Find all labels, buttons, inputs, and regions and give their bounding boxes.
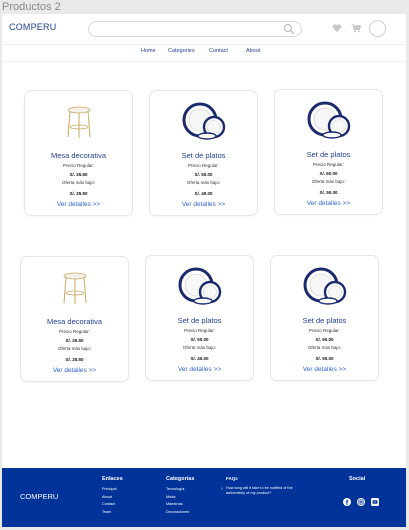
offer-price: S/. 25.50 (69, 191, 88, 196)
regular-price-label: Precio Regular: (183, 328, 215, 333)
product-name[interactable]: Set de platos (150, 151, 257, 160)
offer-price: S/. 40.00 (194, 191, 213, 196)
product-card[interactable]: Mesa decorativa Precio Regular: S/. 25.5… (20, 256, 129, 382)
footer-faq: FAQs (226, 476, 238, 485)
page: COMPERU Home Categories Contact About Me (2, 14, 406, 527)
regular-price-label: Precio Regular: (308, 328, 340, 333)
offer-price: S/. 40.00 (190, 356, 209, 361)
offer-price-label: Oferta más bajo: (186, 180, 221, 185)
regular-price: S/. 25.50 (69, 172, 88, 177)
regular-price-label: Precio Regular: (312, 162, 344, 167)
offer-price: S/. 50.00 (319, 190, 338, 195)
header: COMPERU (2, 14, 406, 42)
regular-price-label: Precio Regular: (58, 329, 90, 334)
nav-item-home[interactable]: Home (141, 48, 156, 54)
footer-social: Social (349, 476, 365, 486)
offer-price-label: Oferta más bajo: (61, 180, 96, 185)
offer-price: S/. 50.00 (315, 356, 334, 361)
product-name[interactable]: Set de platos (275, 150, 382, 159)
offer-price-label: Oferta más bajo: (307, 345, 342, 350)
offer-price-label: Oferta más bajo: (311, 179, 346, 184)
regular-price: S/. 60.00 (319, 171, 338, 176)
footer-link-tecnologia[interactable]: Tecnología (166, 486, 194, 494)
footer-link-team[interactable]: Team (102, 509, 123, 517)
view-details-link[interactable]: Ver detalles >> (21, 367, 128, 374)
product-image-side-table[interactable] (59, 101, 99, 141)
footer-categorias-heading: Categorías (166, 476, 195, 482)
offer-price-label: Oferta más bajo: (182, 345, 217, 350)
footer-link-principal[interactable]: Principal (102, 486, 123, 494)
offer-price: S/. 25.50 (65, 357, 84, 362)
footer-enlaces: Enlaces Principal About Contact Team (102, 476, 123, 516)
footer-link-contact[interactable]: Contact (102, 501, 123, 509)
footer-link-maestrias[interactable]: Maestrías (166, 501, 194, 509)
product-name[interactable]: Set de platos (146, 316, 253, 325)
offer-price-label: Oferta más bajo: (57, 346, 92, 351)
product-image-plates[interactable] (302, 266, 348, 306)
heart-icon[interactable] (332, 23, 342, 33)
facebook-icon[interactable] (343, 498, 351, 506)
product-card[interactable]: Mesa decorativa Precio Regular: S/. 25.5… (24, 90, 133, 216)
cart-icon[interactable] (351, 23, 361, 33)
footer-social-heading: Social (349, 476, 366, 482)
nav-item-about[interactable]: About (246, 48, 260, 54)
footer: COMPERU Enlaces Principal About Contact … (2, 468, 406, 527)
footer-enlaces-heading: Enlaces (102, 476, 123, 482)
footer-link-about[interactable]: About (102, 494, 123, 502)
search-input[interactable] (88, 21, 302, 37)
footer-logo: COMPERU (20, 492, 59, 501)
regular-price: S/. 50.00 (194, 172, 213, 177)
frame-label: Productos 2 (2, 1, 61, 13)
product-image-plates[interactable] (181, 101, 227, 141)
regular-price: S/. 50.00 (190, 337, 209, 342)
product-image-side-table[interactable] (55, 267, 95, 307)
nav-bar: Home Categories Contact About (2, 44, 406, 62)
footer-link-moda[interactable]: Moda (166, 494, 194, 502)
logo[interactable]: COMPERU (9, 22, 56, 32)
avatar[interactable] (369, 20, 386, 37)
view-details-link[interactable]: Ver detalles >> (271, 366, 378, 373)
instagram-icon[interactable] (357, 498, 365, 506)
product-name[interactable]: Set de platos (271, 316, 378, 325)
view-details-link[interactable]: Ver detalles >> (275, 200, 382, 207)
regular-price: S/. 25.50 (65, 338, 84, 343)
product-card[interactable]: Set de platos Precio Regular: S/. 50.00 … (145, 255, 254, 381)
chevron-right-icon[interactable]: › (221, 486, 223, 492)
product-card[interactable]: Set de platos Precio Regular: S/. 60.00 … (274, 89, 383, 215)
product-name[interactable]: Mesa decorativa (25, 151, 132, 160)
footer-faq-heading: FAQs (226, 476, 238, 481)
view-details-link[interactable]: Ver detalles >> (146, 366, 253, 373)
nav-item-categories[interactable]: Categories (168, 48, 195, 54)
footer-categorias: Categorías Tecnología Moda Maestrías Dec… (166, 476, 194, 516)
regular-price-label: Precio Regular: (187, 163, 219, 168)
product-image-plates[interactable] (177, 266, 223, 306)
product-image-plates[interactable] (306, 100, 352, 140)
product-card[interactable]: Set de platos Precio Regular: S/. 50.00 … (149, 90, 258, 216)
product-name[interactable]: Mesa decorativa (21, 317, 128, 326)
regular-price: S/. 60.00 (315, 337, 334, 342)
footer-faq-question[interactable]: How long will it take to be notified of … (226, 486, 296, 496)
product-card[interactable]: Set de platos Precio Regular: S/. 60.00 … (270, 255, 379, 381)
youtube-icon[interactable] (371, 498, 379, 506)
view-details-link[interactable]: Ver detalles >> (25, 201, 132, 208)
regular-price-label: Precio Regular: (62, 163, 94, 168)
search-icon[interactable] (283, 23, 295, 35)
view-details-link[interactable]: Ver detalles >> (150, 201, 257, 208)
footer-link-decoraciones[interactable]: Decoraciones (166, 509, 194, 517)
nav-item-contact[interactable]: Contact (209, 48, 228, 54)
